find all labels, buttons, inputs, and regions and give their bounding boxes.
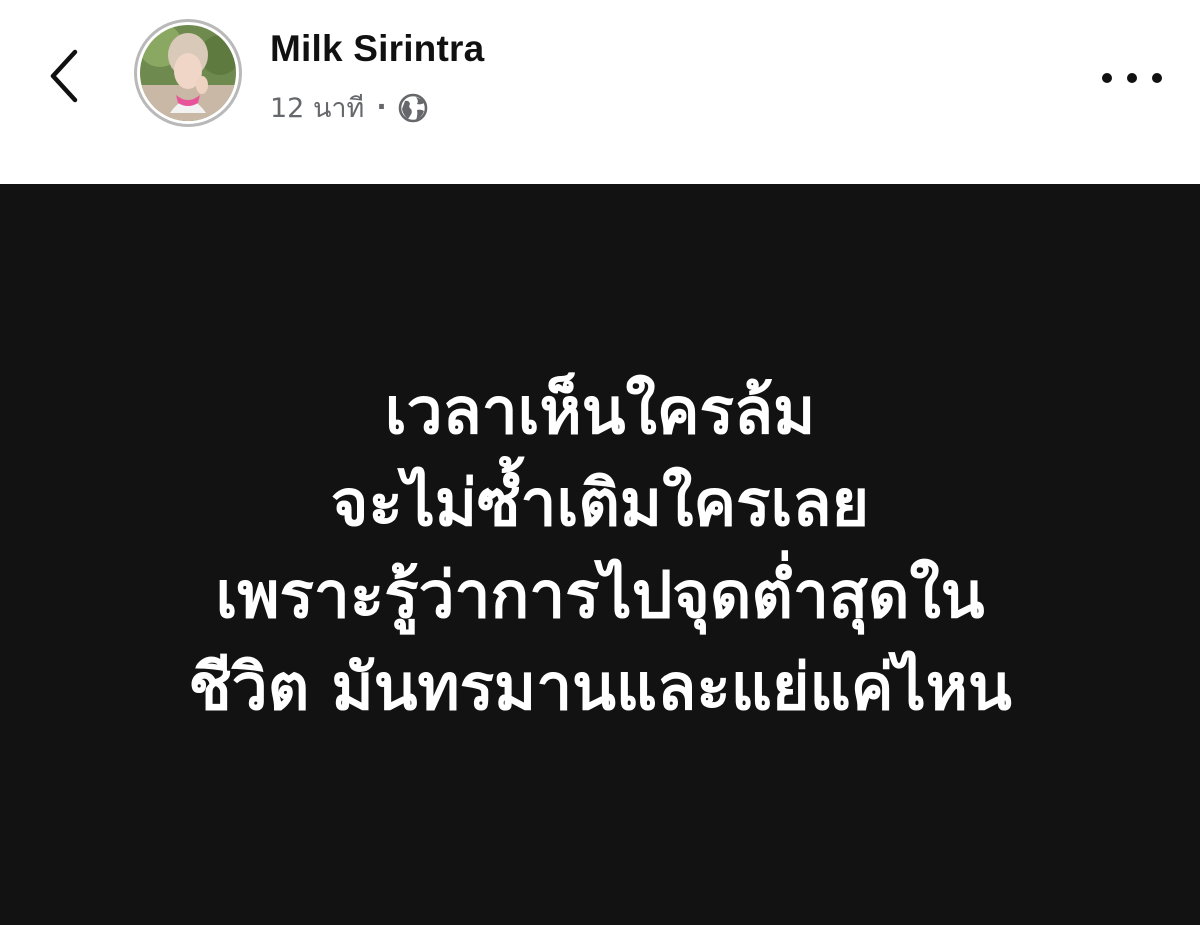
avatar-photo bbox=[140, 25, 236, 121]
chevron-left-icon bbox=[50, 49, 78, 103]
globe-icon[interactable] bbox=[397, 92, 429, 124]
meta-separator: · bbox=[376, 92, 387, 123]
back-button[interactable] bbox=[38, 44, 90, 108]
author-name[interactable]: Milk Sirintra bbox=[270, 28, 484, 70]
more-dot bbox=[1127, 73, 1137, 83]
more-horizontal-icon bbox=[1102, 73, 1112, 83]
post-text: เวลาเห็นใครล้ม จะไม่ซ้ำเติมใครเลย เพราะร… bbox=[188, 366, 1011, 734]
post-text-line: จะไม่ซ้ำเติมใครเลย bbox=[330, 466, 870, 541]
post-meta: 12 นาที · bbox=[270, 86, 429, 129]
avatar[interactable] bbox=[134, 19, 242, 127]
post-text-line: เพราะรู้ว่าการไปจุดต่ำสุดใน bbox=[215, 558, 985, 633]
post-header: Milk Sirintra 12 นาที · bbox=[0, 0, 1200, 184]
post-timestamp[interactable]: 12 นาที bbox=[270, 86, 364, 129]
post-text-line: เวลาเห็นใครล้ม bbox=[384, 374, 816, 449]
post-text-line: ชีวิต มันทรมานและแย่แค่ไหน bbox=[188, 650, 1012, 725]
post-image[interactable]: เวลาเห็นใครล้ม จะไม่ซ้ำเติมใครเลย เพราะร… bbox=[0, 184, 1200, 925]
more-options-button[interactable] bbox=[1102, 58, 1162, 98]
more-dot bbox=[1152, 73, 1162, 83]
